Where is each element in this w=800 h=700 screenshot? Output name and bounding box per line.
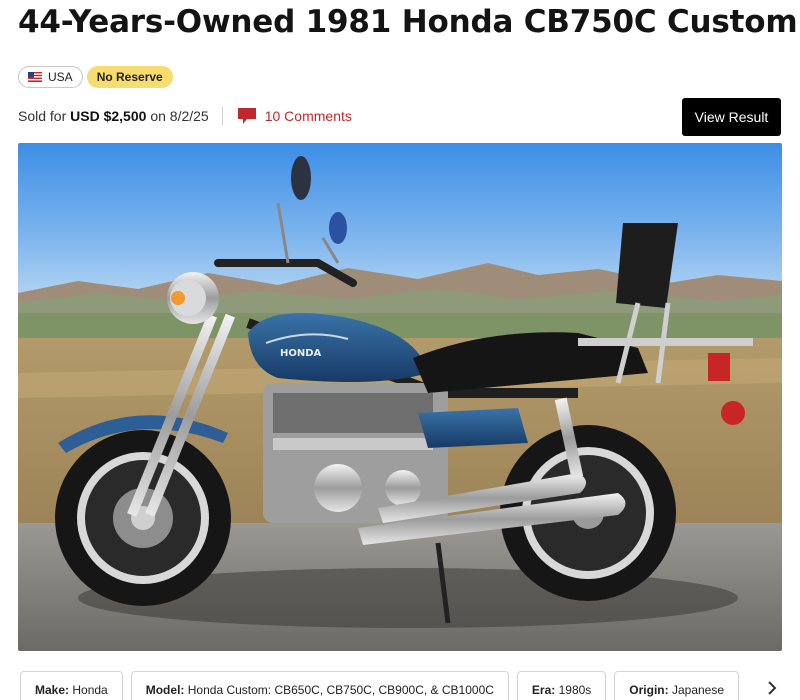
sold-date: 8/2/25 [169, 108, 209, 124]
listing-title: 44-Years-Owned 1981 Honda CB750C Custom [18, 4, 798, 40]
comments-count: 10 Comments [264, 108, 352, 124]
no-reserve-badge: No Reserve [86, 66, 173, 88]
sale-summary: Sold for USD $2,500 on 8/2/25 10 Comment… [18, 104, 352, 128]
sold-price: USD $2,500 [70, 108, 147, 124]
country-label: USA [48, 70, 73, 84]
listing-badges: USA No Reserve [18, 66, 173, 88]
sold-prefix: Sold for [18, 108, 67, 124]
spec-key: Model: [145, 683, 185, 697]
spec-era[interactable]: Era: 1980s [516, 671, 607, 700]
us-flag-icon [28, 72, 42, 82]
spec-key: Era: [531, 683, 556, 697]
spec-make[interactable]: Make: Honda [20, 671, 123, 700]
specs-next-button[interactable] [762, 678, 782, 698]
tank-logo: HONDA [280, 348, 322, 359]
listing-photo[interactable]: HONDA [18, 143, 782, 651]
spec-model[interactable]: Model: Honda Custom: CB650C, CB750C, CB9… [130, 671, 509, 700]
spec-chips: Make: Honda Model: Honda Custom: CB650C,… [20, 671, 740, 700]
sold-date-prefix: on [150, 108, 166, 124]
comment-bubble-icon [237, 108, 256, 124]
spec-key: Make: [35, 683, 70, 697]
spec-value: Honda [72, 683, 108, 697]
chevron-right-icon [768, 681, 777, 695]
country-badge[interactable]: USA [18, 66, 83, 88]
comments-link[interactable]: 10 Comments [237, 107, 352, 125]
spec-value: Honda Custom: CB650C, CB750C, CB900C, & … [187, 683, 494, 697]
spec-value: Japanese [671, 683, 725, 697]
reserve-label: No Reserve [96, 70, 163, 84]
spec-origin[interactable]: Origin: Japanese [614, 671, 740, 700]
spec-key: Origin: [629, 683, 669, 697]
motorcycle-photo: HONDA [18, 143, 782, 651]
spec-value: 1980s [558, 683, 592, 697]
view-result-button[interactable]: View Result [682, 98, 781, 136]
divider [221, 107, 223, 125]
